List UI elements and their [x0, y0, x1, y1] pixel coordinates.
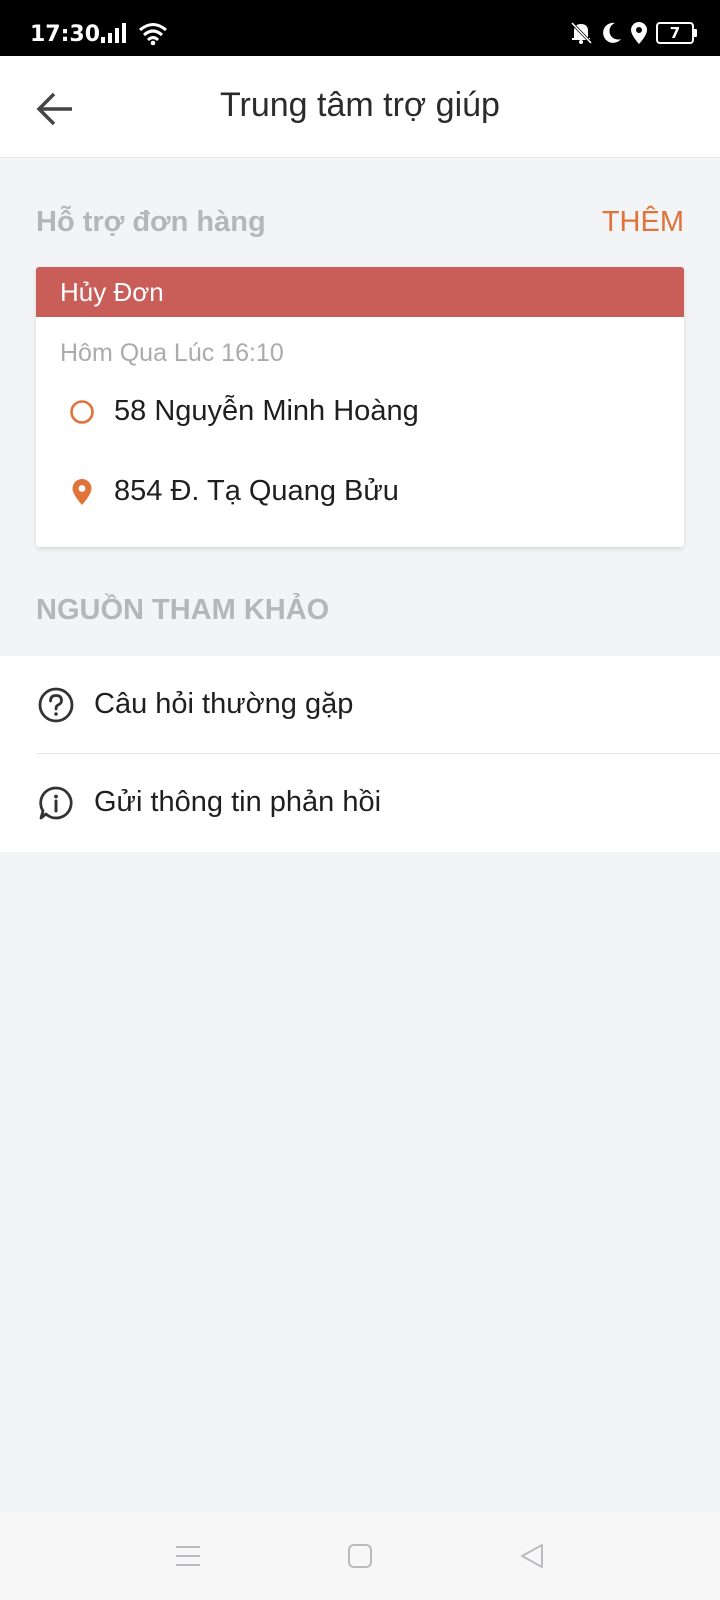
question-circle-icon: [36, 685, 76, 725]
status-left-icons: [100, 22, 168, 46]
pickup-address: 58 Nguyễn Minh Hoàng: [114, 395, 419, 427]
references-list: Câu hỏi thường gặp Gửi thông tin phản hồ…: [0, 656, 720, 852]
more-button[interactable]: THÊM: [602, 206, 684, 239]
menu-icon: [176, 1546, 200, 1566]
nav-home-button[interactable]: [338, 1534, 382, 1578]
faq-item[interactable]: Câu hỏi thường gặp: [0, 656, 720, 753]
battery-icon: 7: [656, 22, 697, 44]
moon-icon: [603, 22, 621, 43]
feedback-item[interactable]: Gửi thông tin phản hồi: [0, 754, 720, 851]
status-bar: 17:30 7: [0, 0, 720, 56]
order-status-badge: Hủy Đơn: [36, 267, 684, 317]
app-bar: Trung tâm trợ giúp: [0, 56, 720, 158]
notifications-off-icon: [570, 21, 592, 45]
dropoff-pin-icon: [68, 478, 96, 506]
faq-label: Câu hỏi thường gặp: [94, 688, 354, 720]
order-support-header: Hỗ trợ đơn hàng THÊM: [36, 206, 684, 246]
order-support-title: Hỗ trợ đơn hàng: [36, 206, 266, 238]
wifi-icon: [139, 23, 168, 46]
order-time: Hôm Qua Lúc 16:10: [60, 339, 284, 367]
signal-icon: [101, 23, 126, 43]
pickup-row: 58 Nguyễn Minh Hoàng: [68, 395, 419, 428]
info-chat-icon: [36, 783, 76, 823]
nav-back-button[interactable]: [510, 1534, 554, 1578]
help-center-screen: 17:30 7 Trung tâm trợ giúp Hỗ trợ đơn hà…: [0, 0, 720, 1600]
dropoff-address: 854 Đ. Tạ Quang Bửu: [114, 475, 399, 507]
dropoff-row: 854 Đ. Tạ Quang Bửu: [68, 475, 399, 508]
status-time: 17:30: [30, 22, 101, 47]
status-right-icons: 7: [562, 21, 697, 45]
nav-menu-button[interactable]: [166, 1534, 210, 1578]
system-nav-bar: [0, 1512, 720, 1600]
references-title: NGUỒN THAM KHẢO: [36, 594, 330, 626]
back-triangle-icon: [521, 1544, 543, 1568]
page-title: Trung tâm trợ giúp: [220, 86, 500, 124]
home-square-icon: [348, 1544, 372, 1568]
location-icon: [631, 22, 647, 44]
pickup-circle-icon: [68, 398, 96, 426]
order-card[interactable]: Hủy Đơn Hôm Qua Lúc 16:10 58 Nguyễn Minh…: [36, 267, 684, 547]
feedback-label: Gửi thông tin phản hồi: [94, 786, 382, 818]
